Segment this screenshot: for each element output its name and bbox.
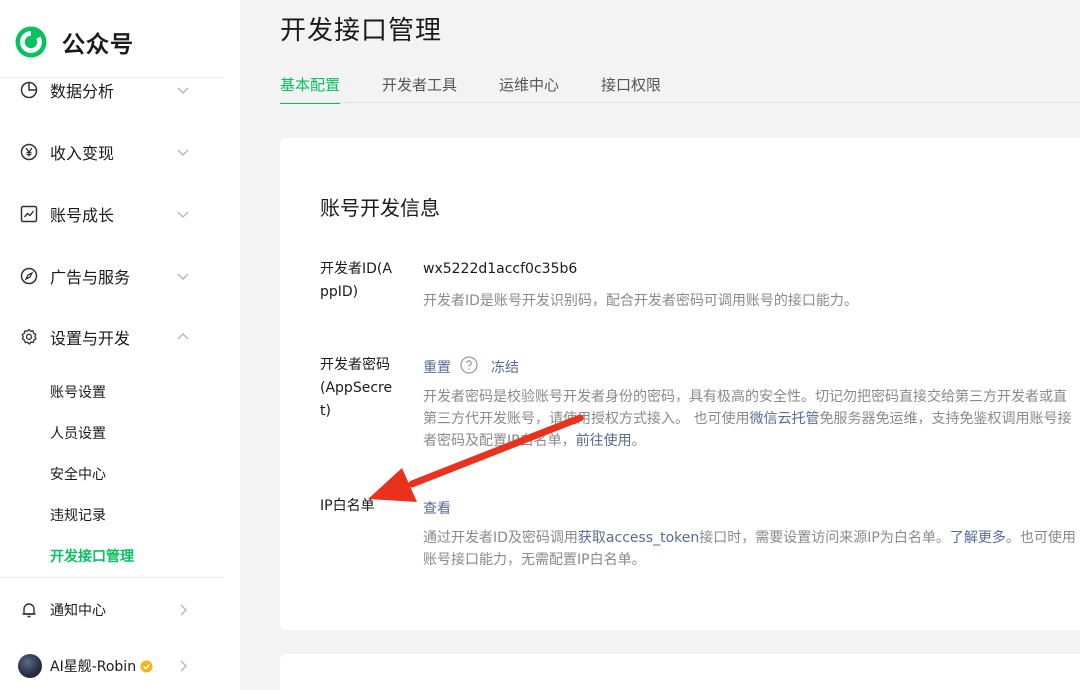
- learn-more-link[interactable]: 了解更多: [950, 530, 1006, 546]
- pie-chart-icon: [20, 81, 38, 99]
- sidebar-subitem-member-settings[interactable]: 人员设置: [50, 423, 106, 443]
- appid-value: wx5222d1accf0c35b6: [423, 261, 578, 277]
- appsecret-description: 开发者密码是校验账号开发者身份的密码，具有极高的安全性。切记勿把密码直接交给第三…: [423, 386, 1080, 452]
- sidebar-item-account-growth[interactable]: 账号成长: [0, 194, 224, 234]
- sidebar-item-label: 账号成长: [50, 206, 115, 225]
- section-title: 账号开发信息: [320, 196, 440, 220]
- appid-label: 开发者ID(AppID): [320, 261, 392, 300]
- chevron-up-icon: [177, 333, 189, 340]
- sidebar-divider: [0, 577, 224, 578]
- page-title: 开发接口管理: [280, 16, 443, 46]
- reset-secret-link[interactable]: 重置: [423, 357, 451, 377]
- appsecret-desc-line: 第三方代开发账号，请使用授权方式接入。 也可使用微信云托管免服务器免运维，支持免…: [423, 408, 1080, 430]
- chevron-right-icon: [180, 660, 187, 672]
- chevron-down-icon: [177, 149, 189, 156]
- verified-badge-icon: [140, 660, 153, 673]
- ip-whitelist-label: IP白名单: [320, 498, 375, 514]
- desc-text: 第三方代开发账号，请使用授权方式接入。 也可使用: [423, 411, 750, 427]
- appid-description: 开发者ID是账号开发识别码，配合开发者密码可调用账号的接口能力。: [423, 293, 858, 309]
- sidebar-item-notifications[interactable]: 通知中心: [0, 590, 224, 630]
- appsecret-desc-line: 者密码及配置IP白名单，前往使用。: [423, 430, 1080, 452]
- sidebar-item-label: 通知中心: [50, 603, 106, 619]
- get-access-token-link[interactable]: 获取access_token: [578, 530, 699, 546]
- ip-whitelist-description: 通过开发者ID及密码调用获取access_token接口时，需要设置访问来源IP…: [423, 527, 1080, 571]
- sidebar-item-monetization[interactable]: 收入变现: [0, 132, 224, 172]
- sidebar-item-label: 广告与服务: [50, 268, 131, 287]
- help-icon[interactable]: [460, 356, 478, 374]
- next-card: [280, 654, 1080, 690]
- account-name: AI星舰-Robin: [50, 659, 137, 675]
- view-ip-whitelist-link[interactable]: 查看: [423, 498, 451, 518]
- sidebar-account[interactable]: AI星舰-Robin: [0, 646, 224, 686]
- sidebar: 公众号 数据分析 收入变现 账号成长 广告与服务 设置与开发 账号设置 人员设置…: [0, 0, 240, 690]
- tab-ops-center[interactable]: 运维中心: [499, 74, 559, 104]
- desc-text: 免服务器免运维，支持免鉴权调用账号接: [819, 411, 1072, 427]
- wechat-official-account-logo-icon: [15, 26, 47, 58]
- gear-icon: [21, 328, 37, 345]
- sidebar-subitem-violation-records[interactable]: 违规记录: [50, 505, 106, 525]
- sidebar-subitem-dev-interface[interactable]: 开发接口管理: [50, 546, 134, 566]
- desc-text: 。也可使用: [1005, 530, 1076, 546]
- chevron-down-icon: [177, 87, 189, 94]
- brand[interactable]: 公众号: [14, 22, 134, 62]
- chevron-down-icon: [177, 211, 189, 218]
- tab-bar: 基本配置 开发者工具 运维中心 接口权限: [280, 74, 703, 104]
- compass-icon: [20, 267, 38, 285]
- sidebar-item-data-analysis[interactable]: 数据分析: [0, 70, 224, 110]
- tab-api-permissions[interactable]: 接口权限: [601, 74, 661, 104]
- bell-icon: [22, 603, 36, 618]
- sidebar-item-label: 收入变现: [50, 144, 115, 163]
- growth-chart-icon: [20, 205, 38, 223]
- ip-desc-line: 账号接口能力，无需配置IP白名单。: [423, 552, 646, 568]
- chevron-down-icon: [177, 273, 189, 280]
- sidebar-subitem-account-settings[interactable]: 账号设置: [50, 382, 106, 402]
- sidebar-subitem-security-center[interactable]: 安全中心: [50, 464, 106, 484]
- desc-text: 通过开发者ID及密码调用: [423, 530, 578, 546]
- tab-basic-config[interactable]: 基本配置: [280, 74, 341, 104]
- account-dev-info-card: 账号开发信息 开发者ID(AppID) wx5222d1accf0c35b6 开…: [280, 138, 1080, 630]
- sidebar-item-settings-dev[interactable]: 设置与开发: [0, 317, 224, 357]
- desc-text: 。: [631, 433, 646, 449]
- desc-text: 接口时，需要设置访问来源IP为白名单。: [699, 530, 950, 546]
- avatar: [18, 654, 42, 678]
- ip-desc-line: 通过开发者ID及密码调用获取access_token接口时，需要设置访问来源IP…: [423, 527, 1080, 549]
- tab-divider: [280, 102, 1080, 103]
- brand-name: 公众号: [62, 32, 134, 58]
- sidebar-item-label: 设置与开发: [50, 329, 131, 348]
- freeze-secret-link[interactable]: 冻结: [491, 357, 519, 377]
- desc-text: 者密码及配置IP白名单，: [423, 433, 576, 449]
- wechat-cloud-hosting-link[interactable]: 微信云托管: [749, 411, 819, 427]
- chevron-right-icon: [180, 604, 187, 616]
- yen-coin-icon: [20, 143, 38, 161]
- main-content: 开发接口管理 基本配置 开发者工具 运维中心 接口权限 账号开发信息 开发者ID…: [240, 0, 1080, 690]
- sidebar-item-ads-services[interactable]: 广告与服务: [0, 256, 224, 296]
- go-use-link[interactable]: 前往使用: [576, 433, 632, 449]
- appsecret-desc-line: 开发者密码是校验账号开发者身份的密码，具有极高的安全性。切记勿把密码直接交给第三…: [423, 389, 1067, 405]
- tab-developer-tools[interactable]: 开发者工具: [382, 74, 457, 104]
- appsecret-label: 开发者密码(AppSecret): [320, 357, 393, 419]
- sidebar-item-label: 数据分析: [50, 82, 115, 101]
